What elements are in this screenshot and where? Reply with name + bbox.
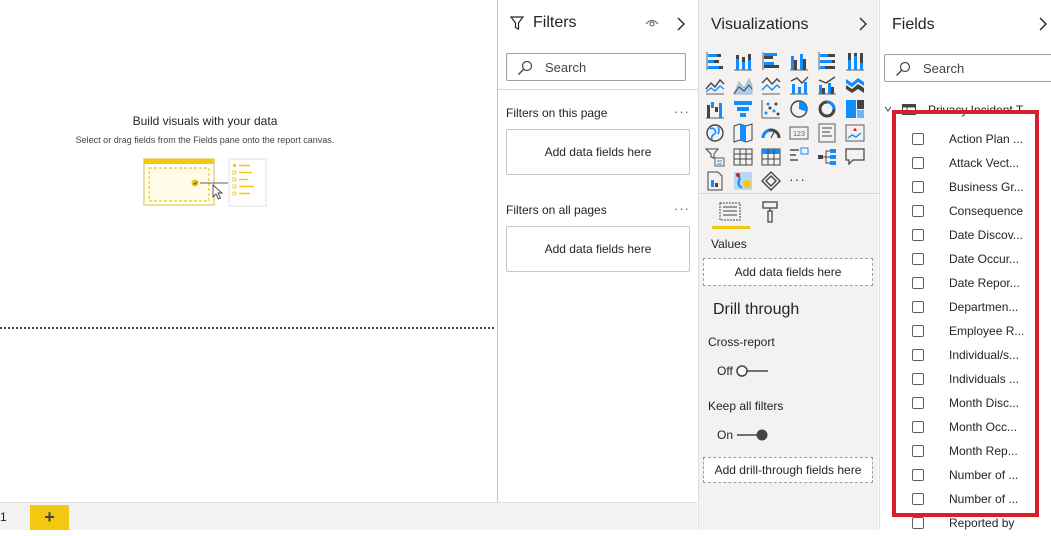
viz-divider [699,193,879,194]
build-visuals-illustration [143,158,267,207]
filters-title: Filters [533,14,577,31]
kpi-icon[interactable] [845,123,865,143]
r-script-visual-icon[interactable] [789,147,809,167]
drill-through-drop-well[interactable]: Add drill-through fields here [703,457,873,483]
page-tabs-bar [0,502,697,530]
field-list-highlight-box [892,110,1039,517]
cross-report-toggle[interactable] [736,364,770,378]
svg-text:123: 123 [793,131,805,138]
gauge-icon[interactable] [761,123,781,143]
paginated-report-icon[interactable] [705,171,725,191]
line-and-stacked-column-chart-icon[interactable] [789,75,809,95]
decomposition-tree-icon[interactable] [817,147,837,167]
fields-search-input[interactable]: Search [884,54,1051,82]
keep-all-filters-label: Keep all filters [708,399,784,413]
drill-through-heading: Drill through [713,301,800,318]
slicer-icon[interactable] [705,147,725,167]
stacked-column-chart-icon[interactable] [733,51,753,71]
values-drop-well[interactable]: Add data fields here [703,258,873,286]
treemap-icon[interactable] [845,99,865,119]
filters-page-more-button[interactable]: ··· [674,104,690,119]
chevron-down-icon[interactable] [884,105,892,113]
filters-pane: Filters Search Filters on this page ··· … [497,0,699,502]
table-icon[interactable] [733,147,753,167]
build-tab-underline [712,226,750,229]
funnel-chart-icon[interactable] [733,99,753,119]
cross-report-state: Off [717,364,733,378]
fields-search-placeholder: Search [923,61,965,76]
multi-row-card-icon[interactable] [817,123,837,143]
qa-visual-icon[interactable] [845,147,865,167]
collapse-visualizations-chevron-icon[interactable] [858,17,868,31]
add-page-button[interactable]: + [30,505,69,530]
clustered-bar-chart-icon[interactable] [761,51,781,71]
line-and-clustered-column-chart-icon[interactable] [817,75,837,95]
cross-report-label: Cross-report [708,335,775,349]
build-visuals-title: Build visuals with your data [132,114,278,128]
field-label: Reported by [949,516,1015,530]
waterfall-chart-icon[interactable] [705,99,725,119]
filters-divider [498,89,699,90]
matrix-icon[interactable] [761,147,781,167]
build-visuals-subtitle: Select or drag fields from the Fields pa… [75,135,335,145]
card-icon[interactable]: 123 [789,123,809,143]
100-stacked-bar-chart-icon[interactable] [817,51,837,71]
stacked-bar-chart-icon[interactable] [705,51,725,71]
power-apps-icon[interactable] [761,171,781,191]
field-checkbox[interactable] [912,517,924,529]
keep-all-filters-state: On [717,428,734,442]
collapse-fields-chevron-icon[interactable] [1038,17,1048,31]
canvas-page-boundary [0,327,494,329]
more-visuals-button[interactable]: ··· [789,171,806,187]
search-icon [518,60,533,75]
scatter-chart-icon[interactable] [761,99,781,119]
map-icon[interactable] [705,123,725,143]
visualizations-pane: Visualizations 123 ··· Values Add data f… [698,0,879,530]
keep-all-filters-toggle[interactable] [736,428,770,442]
search-icon [896,61,911,76]
filters-search-input[interactable]: Search [506,53,686,81]
line-chart-icon[interactable] [705,75,725,95]
filled-map-icon[interactable] [733,123,753,143]
eye-icon[interactable] [645,18,659,30]
filters-on-all-pages-label: Filters on all pages [506,203,607,217]
filters-page-drop-well[interactable]: Add data fields here [506,129,690,175]
fields-title: Fields [892,16,935,33]
build-visual-tab-icon[interactable] [719,202,741,222]
arcgis-map-icon[interactable] [733,171,753,191]
ribbon-chart-icon[interactable] [845,75,865,95]
pie-chart-icon[interactable] [789,99,809,119]
stacked-area-chart-icon[interactable] [761,75,781,95]
filters-search-placeholder: Search [545,60,587,75]
100-stacked-column-chart-icon[interactable] [845,51,865,71]
filters-all-pages-drop-well[interactable]: Add data fields here [506,226,690,272]
clustered-column-chart-icon[interactable] [789,51,809,71]
area-chart-icon[interactable] [733,75,753,95]
filters-all-pages-more-button[interactable]: ··· [674,201,690,216]
report-canvas[interactable]: Build visuals with your data Select or d… [0,0,497,502]
filters-on-this-page-label: Filters on this page [506,106,608,120]
collapse-filters-chevron-icon[interactable] [676,17,686,31]
values-label: Values [711,237,747,251]
visualizations-title: Visualizations [711,16,809,33]
page-tab-1[interactable]: 1 [0,510,7,524]
filter-icon [510,16,524,30]
donut-chart-icon[interactable] [817,99,837,119]
format-paintbrush-icon[interactable] [761,201,779,223]
